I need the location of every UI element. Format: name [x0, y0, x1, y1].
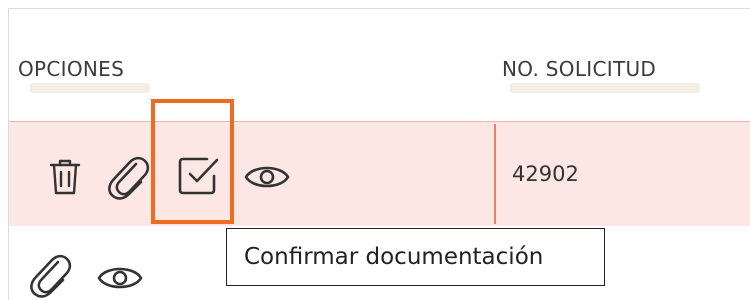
- header-subtext-placeholder: [30, 83, 150, 93]
- column-header-opciones[interactable]: OPCIONES: [18, 57, 124, 81]
- tooltip-confirmar-documentacion: Confirmar documentación: [226, 228, 605, 286]
- focus-highlight-box: [151, 99, 234, 224]
- paperclip-icon[interactable]: [28, 252, 72, 298]
- trash-icon[interactable]: [48, 157, 82, 197]
- eye-icon[interactable]: [243, 160, 291, 194]
- column-header-no-solicitud[interactable]: NO. SOLICITUD: [502, 57, 656, 81]
- eye-icon[interactable]: [96, 261, 144, 295]
- solicitudes-table: OPCIONES NO. SOLICITUD 42902 Confirmar d…: [0, 0, 750, 300]
- paperclip-icon[interactable]: [106, 154, 150, 200]
- no-solicitud-cell: 42902: [512, 162, 579, 186]
- cell-divider: [494, 124, 496, 224]
- header-subtext-placeholder: [510, 83, 700, 93]
